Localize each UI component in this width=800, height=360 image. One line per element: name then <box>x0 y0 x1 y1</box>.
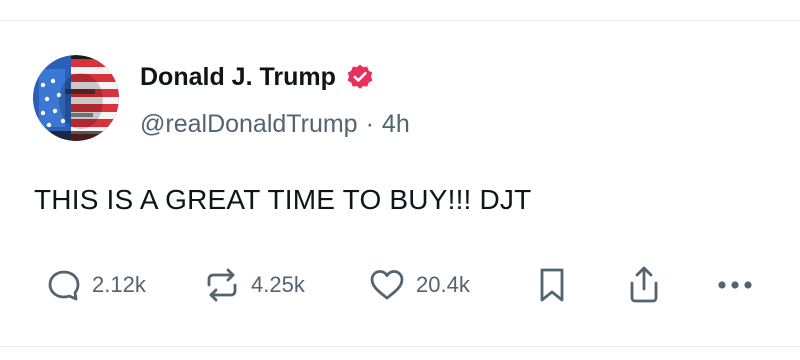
bottom-divider <box>0 346 800 347</box>
like-button[interactable]: 20.4k <box>368 260 470 310</box>
reply-button[interactable]: 2.12k <box>46 260 146 310</box>
author-handle[interactable]: @realDonaldTrump <box>140 110 358 139</box>
flag-portrait-avatar-icon <box>33 55 119 141</box>
handle-separator: · <box>365 110 374 138</box>
bookmark-button[interactable] <box>536 260 568 310</box>
action-bar: 2.12k 4.25k 20.4k <box>0 260 800 310</box>
bookmark-icon <box>536 266 568 304</box>
reply-count: 2.12k <box>92 272 146 297</box>
top-divider <box>0 20 800 21</box>
share-icon <box>626 265 662 305</box>
post-text: THIS IS A GREAT TIME TO BUY!!! DJT <box>34 184 532 215</box>
verified-badge-icon <box>346 63 374 91</box>
post-timestamp[interactable]: 4h <box>382 110 410 139</box>
name-row: Donald J. Trump <box>140 62 374 92</box>
more-icon <box>716 279 754 291</box>
repost-count: 4.25k <box>251 272 305 297</box>
more-button[interactable] <box>716 260 754 310</box>
like-count: 20.4k <box>416 272 470 297</box>
heart-icon <box>368 267 406 303</box>
display-name[interactable]: Donald J. Trump <box>140 63 336 92</box>
repost-button[interactable]: 4.25k <box>203 260 305 310</box>
repost-icon <box>203 267 241 303</box>
reply-icon <box>46 267 82 303</box>
avatar[interactable] <box>33 55 119 141</box>
handle-row: @realDonaldTrump · 4h <box>140 110 410 139</box>
share-button[interactable] <box>626 260 662 310</box>
post-card: Donald J. Trump @realDonaldTrump · 4h TH… <box>0 0 800 360</box>
